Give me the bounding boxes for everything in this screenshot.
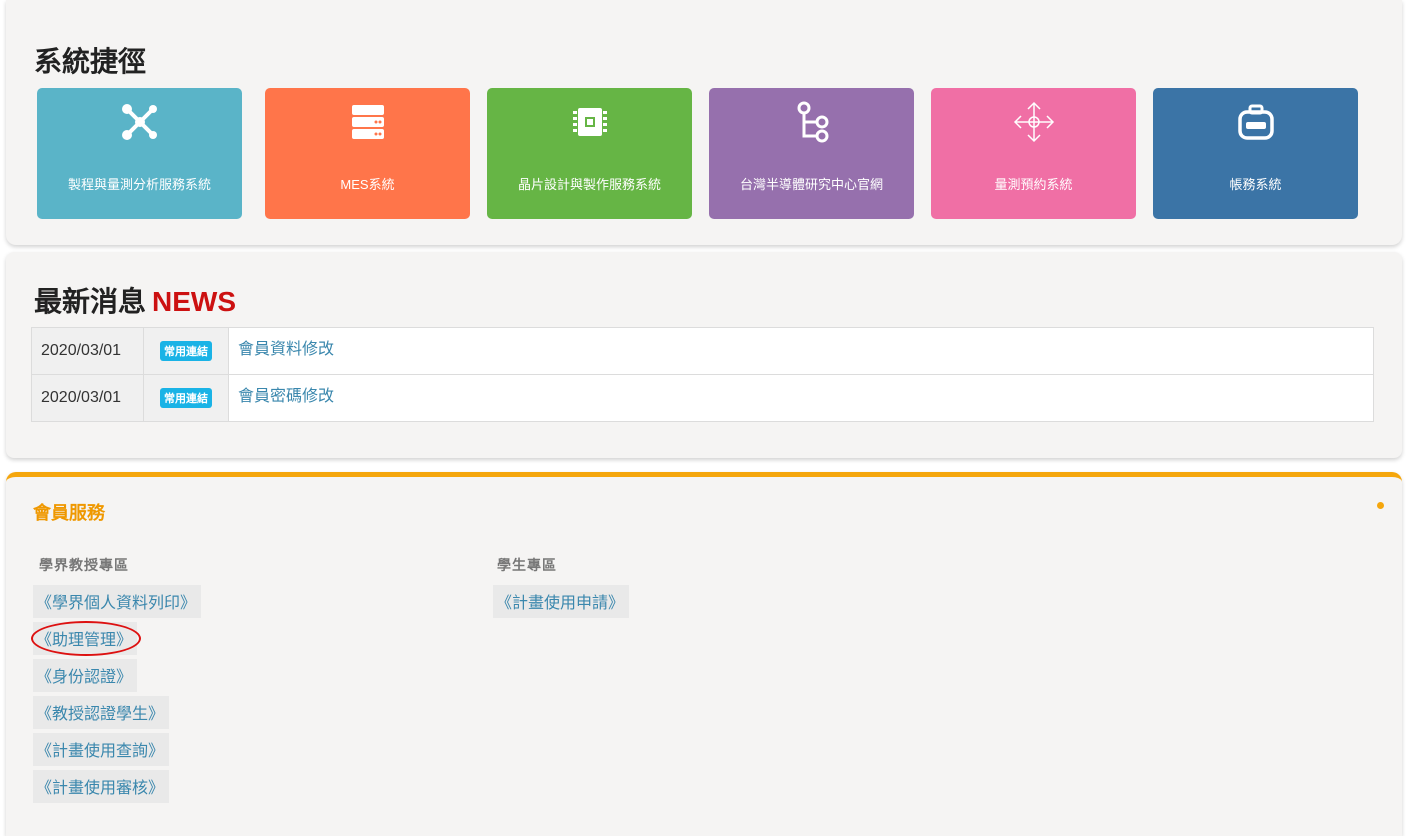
professor-section-heading: 學界教授專區 (39, 557, 129, 573)
tile-label: MES系統 (340, 177, 395, 192)
news-link[interactable]: 會員密碼修改 (228, 374, 1374, 422)
link-print-personal-data[interactable]: 《學界個人資料列印》 (33, 585, 202, 618)
link-professor-verify-student[interactable]: 《教授認證學生》 (33, 696, 170, 729)
news-panel: 最新消息 NEWS 2020/03/01 常用連結 會員資料修改 2020/03/… (6, 252, 1402, 458)
link-assistant-management[interactable]: 《助理管理》 (30, 621, 142, 656)
member-services-title: 會員服務 (33, 503, 105, 523)
table-row: 2020/03/01 常用連結 會員資料修改 (31, 327, 1374, 375)
news-date: 2020/03/01 (31, 327, 144, 375)
tile-process-measurement[interactable]: 製程與量測分析服務系統 (37, 88, 242, 219)
tile-mes[interactable]: MES系統 (265, 88, 470, 219)
toolbox-icon (1237, 104, 1274, 140)
tile-label: 晶片設計與製作服務系統 (517, 177, 661, 192)
shortcuts-title: 系統捷徑 (34, 46, 147, 77)
news-table: 2020/03/01 常用連結 會員資料修改 2020/03/01 常用連結 會… (31, 327, 1374, 422)
link-project-usage-application[interactable]: 《計畫使用申請》 (493, 585, 630, 618)
status-dot (1377, 502, 1384, 509)
link-project-usage-query[interactable]: 《計畫使用查詢》 (33, 733, 170, 766)
table-row: 2020/03/01 常用連結 會員密碼修改 (31, 374, 1374, 422)
chip-icon (572, 108, 607, 136)
news-link[interactable]: 會員資料修改 (228, 327, 1374, 375)
professor-links: 《學界個人資料列印》 《助理管理》 《身份認證》 《教授認證學生》 《計畫使用查… (30, 585, 202, 807)
link-identity-verification[interactable]: 《身份認證》 (33, 659, 138, 692)
news-title-zh: 最新消息 (34, 286, 147, 317)
shortcuts-panel: 系統捷徑 製程與量測分析服務系統 MES系統 晶片設計與製作服務系統 台灣半導體… (6, 0, 1402, 245)
tile-label: 量測預約系統 (994, 177, 1073, 192)
git-branch-icon (797, 101, 828, 143)
news-tag-badge[interactable]: 常用連結 (160, 388, 212, 408)
news-date: 2020/03/01 (31, 374, 144, 422)
tile-label: 製程與量測分析服務系統 (67, 177, 211, 192)
tile-tsri-website[interactable]: 台灣半導體研究中心官網 (709, 88, 914, 219)
server-icon (351, 105, 384, 139)
student-links: 《計畫使用申請》 (493, 585, 630, 622)
link-project-usage-review[interactable]: 《計畫使用審核》 (33, 770, 170, 803)
tile-measurement-booking[interactable]: 量測預約系統 (931, 88, 1136, 219)
tile-label: 台灣半導體研究中心官網 (739, 177, 883, 192)
molecule-icon (121, 104, 157, 140)
tile-label: 帳務系統 (1229, 177, 1282, 192)
tile-chip-design[interactable]: 晶片設計與製作服務系統 (487, 88, 692, 219)
news-tag-badge[interactable]: 常用連結 (160, 341, 212, 361)
tile-accounting[interactable]: 帳務系統 (1153, 88, 1358, 219)
member-services-panel: 會員服務 學界教授專區 《學界個人資料列印》 《助理管理》 《身份認證》 《教授… (6, 472, 1402, 836)
move-arrows-icon (1013, 101, 1054, 143)
student-section-heading: 學生專區 (497, 557, 557, 573)
news-title: 最新消息 NEWS (34, 280, 236, 320)
news-title-en: NEWS (152, 286, 237, 317)
